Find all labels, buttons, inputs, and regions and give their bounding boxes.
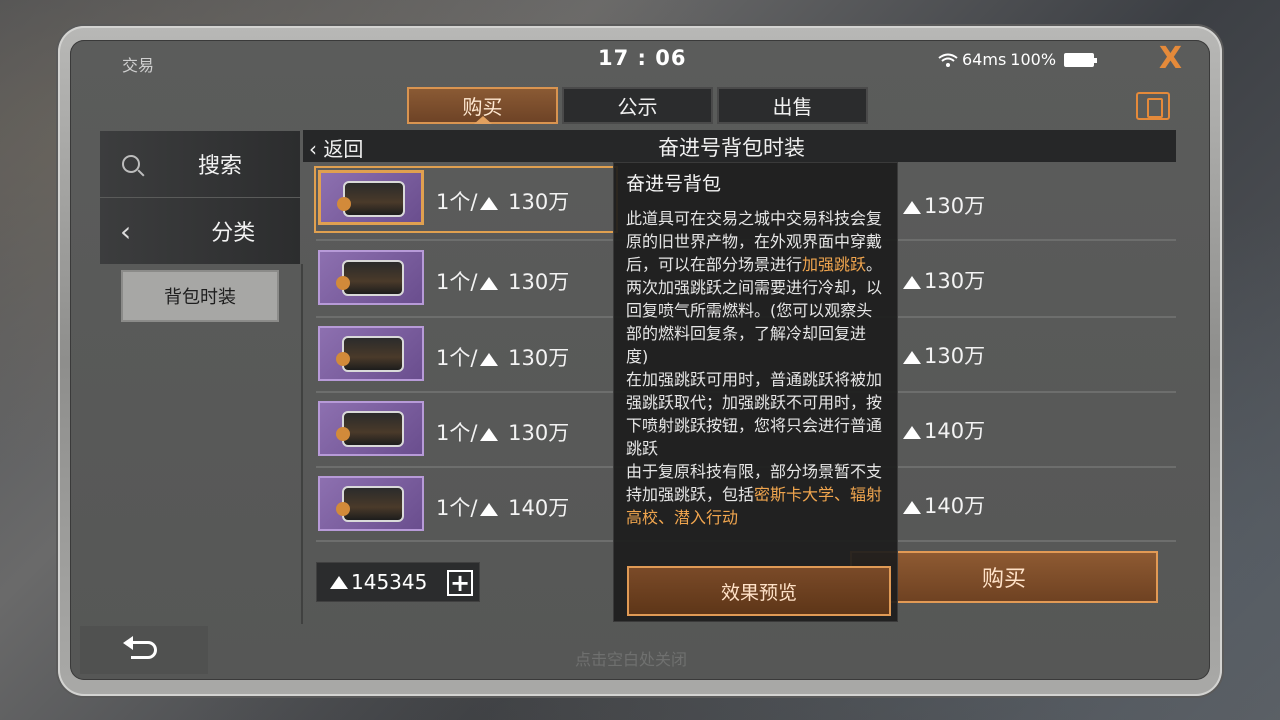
- qty-label: 1个/: [436, 190, 478, 214]
- preview-button[interactable]: 效果预览: [627, 566, 891, 616]
- qty-label: 1个/: [436, 496, 478, 520]
- battery-icon: [1064, 52, 1098, 67]
- coin-icon: [480, 503, 499, 516]
- sidebar-category-label: 分类: [211, 221, 256, 246]
- right-item-price[interactable]: 140万: [900, 415, 985, 445]
- undo-icon: [123, 636, 157, 659]
- list-item[interactable]: 1个/ 130万: [316, 399, 616, 462]
- item-price: 1个/ 130万: [436, 342, 569, 372]
- tab-buy[interactable]: 购买: [407, 87, 558, 124]
- back-button[interactable]: ‹ 返回: [309, 133, 363, 162]
- list-header: ‹ 返回 奋进号背包时装: [303, 130, 1176, 162]
- right-item-price[interactable]: 130万: [900, 190, 985, 220]
- tab-announce[interactable]: 公示: [562, 87, 713, 124]
- tab-sell[interactable]: 出售: [717, 87, 868, 124]
- right-item-price[interactable]: 130万: [900, 265, 985, 295]
- chevron-left-icon: ‹: [120, 214, 132, 248]
- coin-icon: [903, 426, 921, 439]
- add-currency-button[interactable]: +: [447, 570, 473, 596]
- list-item[interactable]: 1个/ 130万: [314, 166, 618, 233]
- jetpack-icon: [336, 336, 404, 372]
- coin-icon: [903, 276, 921, 289]
- sidebar-search[interactable]: 搜索: [100, 131, 300, 197]
- right-item-price[interactable]: 140万: [900, 490, 985, 520]
- trade-screen: 交易 17 : 06 64ms 100% X 购买 公示 出售 搜索 ‹ 分类 …: [70, 40, 1210, 680]
- back-label: 返回: [323, 137, 364, 161]
- price-value: 130万: [508, 270, 570, 294]
- price-value: 130万: [508, 421, 570, 445]
- divider: [301, 264, 303, 624]
- currency-amount: 145345: [351, 570, 428, 594]
- clock: 17 : 06: [598, 46, 687, 70]
- item-thumbnail: [318, 476, 424, 531]
- currency-balance: 145345 +: [316, 562, 480, 602]
- clipboard-icon[interactable]: [1136, 92, 1170, 120]
- list-item[interactable]: 1个/ 130万: [316, 324, 616, 387]
- item-thumbnail: [318, 401, 424, 456]
- sidebar-category[interactable]: ‹ 分类: [100, 198, 300, 264]
- wifi-icon: [938, 53, 958, 67]
- tab-bar: 购买 公示 出售: [407, 87, 868, 124]
- qty-label: 1个/: [436, 421, 478, 445]
- item-thumbnail: [318, 170, 424, 225]
- battery-text: 100%: [1010, 50, 1057, 69]
- item-price: 1个/ 140万: [436, 492, 569, 522]
- qty-label: 1个/: [436, 270, 478, 294]
- status-area: 64ms 100%: [938, 50, 1098, 69]
- ping-text: 64ms: [962, 50, 1007, 69]
- close-button[interactable]: X: [1159, 44, 1182, 74]
- coin-icon: [480, 353, 499, 366]
- coin-icon: [480, 197, 499, 210]
- item-price: 1个/ 130万: [436, 417, 569, 447]
- return-button[interactable]: [80, 626, 208, 674]
- list-title: 奋进号背包时装: [658, 136, 805, 160]
- sidebar-item-backpack-skin[interactable]: 背包时装: [121, 270, 279, 322]
- jetpack-icon: [337, 181, 405, 217]
- price-value: 130万: [508, 190, 570, 214]
- coin-icon: [330, 575, 348, 589]
- jetpack-icon: [336, 411, 404, 447]
- sidebar-search-label: 搜索: [198, 154, 243, 179]
- coin-icon: [903, 201, 921, 214]
- close-hint: 点击空白处关闭: [575, 650, 688, 669]
- item-thumbnail: [318, 326, 424, 381]
- jetpack-icon: [336, 260, 404, 296]
- item-thumbnail: [318, 250, 424, 305]
- tooltip-body: 此道具可在交易之城中交易科技会复原的旧世界产物，在外观界面中穿戴后，可以在部分场…: [626, 209, 883, 527]
- search-icon: [122, 155, 140, 173]
- coin-icon: [480, 277, 499, 290]
- qty-label: 1个/: [436, 346, 478, 370]
- coin-icon: [903, 501, 921, 514]
- item-price: 1个/ 130万: [436, 186, 569, 216]
- item-tooltip: 奋进号背包 此道具可在交易之城中交易科技会复原的旧世界产物，在外观界面中穿戴后，…: [613, 162, 898, 622]
- list-item[interactable]: 1个/ 130万: [316, 248, 616, 311]
- app-title: 交易: [122, 56, 155, 75]
- jetpack-icon: [336, 486, 404, 522]
- right-item-price[interactable]: 130万: [900, 340, 985, 370]
- coin-icon: [480, 428, 499, 441]
- price-value: 130万: [508, 346, 570, 370]
- price-value: 140万: [508, 496, 570, 520]
- item-price: 1个/ 130万: [436, 266, 569, 296]
- coin-icon: [903, 351, 921, 364]
- list-item[interactable]: 1个/ 140万: [316, 474, 616, 537]
- tooltip-title: 奋进号背包: [626, 173, 722, 195]
